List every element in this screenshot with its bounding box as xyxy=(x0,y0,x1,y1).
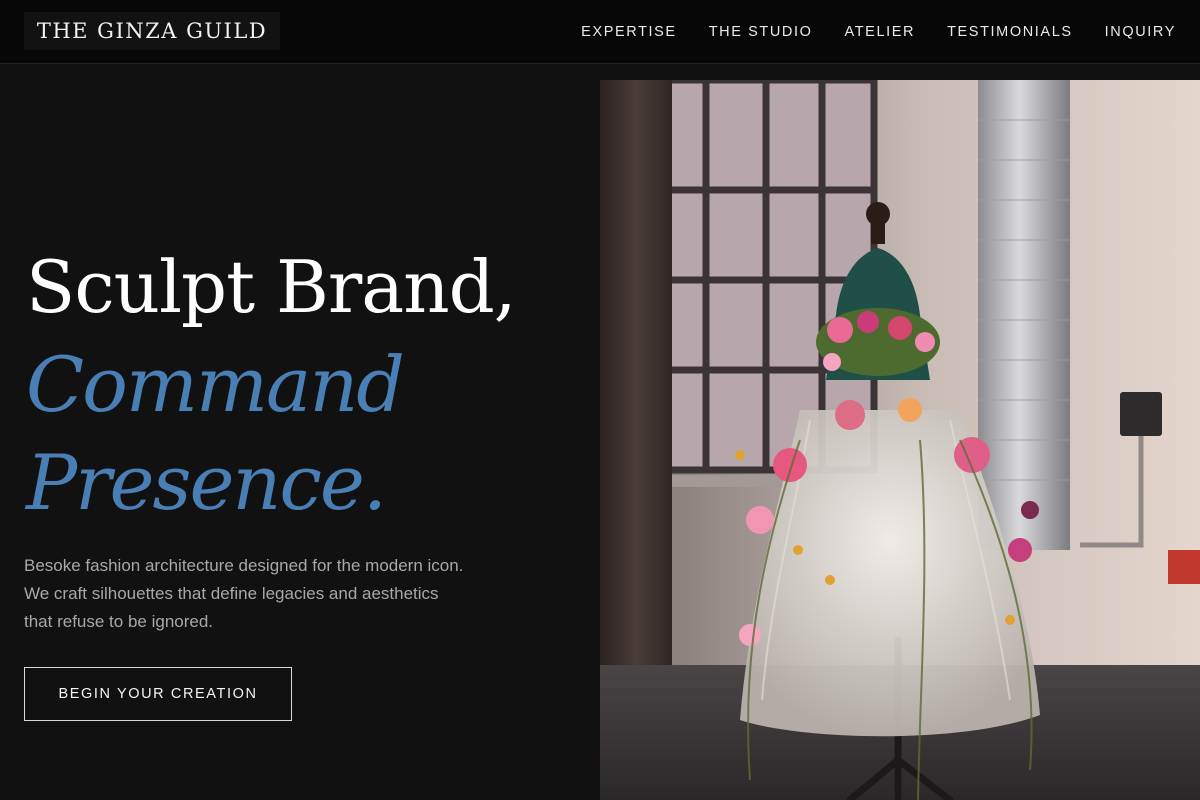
brand-logo[interactable]: THE GINZA GUILD xyxy=(24,12,280,50)
hero-title: Sculpt Brand, Command Presence. xyxy=(26,238,586,532)
hero-title-line-2: Command xyxy=(26,340,405,429)
main-nav: EXPERTISE THE STUDIO ATELIER TESTIMONIAL… xyxy=(549,0,1176,64)
nav-atelier[interactable]: ATELIER xyxy=(845,24,916,40)
site-header: THE GINZA GUILD EXPERTISE THE STUDIO ATE… xyxy=(0,0,1200,64)
nav-testimonials[interactable]: TESTIMONIALS xyxy=(947,24,1073,40)
nav-expertise[interactable]: EXPERTISE xyxy=(581,24,677,40)
hero-image xyxy=(600,80,1200,800)
nav-the-studio[interactable]: THE STUDIO xyxy=(709,24,813,40)
dress-photo-illustration xyxy=(600,80,1200,800)
hero-description: Besoke fashion architecture designed for… xyxy=(24,556,464,631)
nav-inquiry[interactable]: INQUIRY xyxy=(1105,24,1176,40)
hero-title-line-1: Sculpt Brand, xyxy=(26,245,517,329)
hero-title-line-3: Presence. xyxy=(26,438,387,527)
begin-creation-button[interactable]: BEGIN YOUR CREATION xyxy=(24,667,292,721)
